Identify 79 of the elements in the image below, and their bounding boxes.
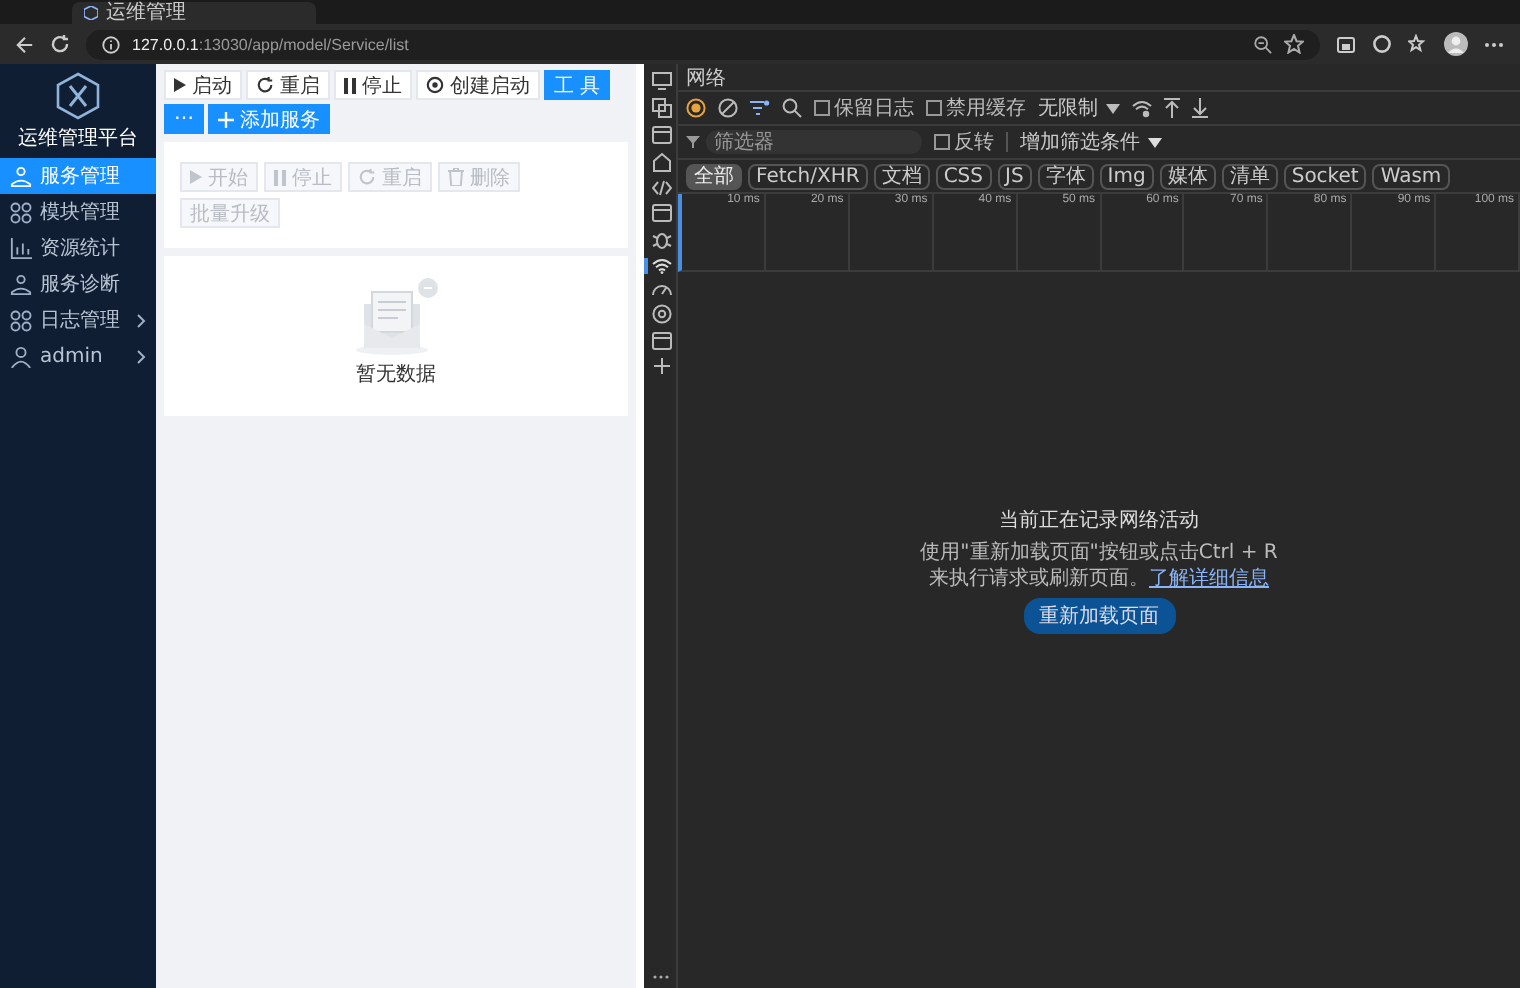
more-icon[interactable] bbox=[1484, 41, 1504, 47]
avatar-icon[interactable] bbox=[1444, 32, 1468, 56]
window-icon[interactable] bbox=[652, 204, 672, 222]
plus-icon bbox=[218, 111, 234, 127]
screen-icon[interactable] bbox=[652, 72, 672, 90]
throttle-dropdown[interactable]: 无限制 bbox=[1038, 94, 1120, 122]
logo-icon bbox=[84, 6, 98, 20]
learn-more-link[interactable]: 了解详细信息 bbox=[1149, 568, 1269, 590]
grid-icon bbox=[10, 309, 32, 331]
type-filter-button[interactable]: JS bbox=[997, 163, 1032, 189]
home-icon[interactable] bbox=[652, 152, 672, 172]
nav-item[interactable]: 模块管理 bbox=[0, 194, 156, 230]
reload-button[interactable]: 重新加载页面 bbox=[1023, 598, 1175, 634]
bug-icon[interactable] bbox=[652, 230, 672, 250]
grid-icon bbox=[10, 201, 32, 223]
back-icon[interactable] bbox=[16, 35, 34, 53]
app-title: 运维管理平台 bbox=[18, 125, 138, 152]
type-filter-button[interactable]: 字体 bbox=[1037, 163, 1094, 189]
toolbar-button[interactable]: 创建启动 bbox=[416, 70, 540, 100]
address-bar[interactable]: 127.0.0.1:13030/app/model/Service/list bbox=[86, 29, 1320, 59]
empty-title: 当前正在记录网络活动 bbox=[999, 507, 1199, 534]
refresh-icon[interactable] bbox=[50, 34, 70, 54]
wifi-icon[interactable] bbox=[652, 258, 672, 274]
checkbox[interactable]: 保留日志 bbox=[814, 94, 914, 122]
type-filter-button[interactable]: 媒体 bbox=[1159, 163, 1216, 189]
star-icon[interactable] bbox=[1284, 34, 1304, 54]
toolbar-button[interactable]: 启动 bbox=[164, 70, 242, 100]
play-icon bbox=[174, 78, 186, 92]
wifi-gear-icon[interactable] bbox=[1132, 99, 1152, 117]
upload-icon[interactable] bbox=[1164, 98, 1180, 118]
type-filter-button[interactable]: 全部 bbox=[686, 163, 742, 189]
toolbar-button[interactable]: 停止 bbox=[334, 70, 412, 100]
caret-icon bbox=[1148, 137, 1162, 147]
empty-text: 暂无数据 bbox=[356, 361, 436, 388]
funnel-icon bbox=[686, 136, 700, 148]
nav-item[interactable]: 日志管理 bbox=[0, 302, 156, 338]
window-icon[interactable] bbox=[652, 332, 672, 350]
nav-item[interactable]: 服务诊断 bbox=[0, 266, 156, 302]
checkbox[interactable]: 禁用缓存 bbox=[926, 94, 1026, 122]
nav-item[interactable]: 资源统计 bbox=[0, 230, 156, 266]
panel-tab[interactable]: 网络 bbox=[686, 63, 726, 91]
info-icon bbox=[102, 35, 120, 53]
bar-chart-icon bbox=[10, 237, 32, 259]
code-icon[interactable] bbox=[652, 180, 672, 196]
download-icon[interactable] bbox=[1192, 98, 1208, 118]
clear-icon[interactable] bbox=[718, 98, 738, 118]
play-icon bbox=[190, 170, 202, 184]
tools-logo-icon bbox=[56, 72, 100, 120]
refresh-icon bbox=[358, 168, 376, 186]
window-icon[interactable] bbox=[652, 126, 672, 144]
more-icon[interactable] bbox=[651, 974, 669, 980]
search-icon[interactable] bbox=[782, 98, 802, 118]
type-filter-button[interactable]: Wasm bbox=[1372, 163, 1450, 189]
empty-message: 使用"重新加载页面"按钮或点击Ctrl + R 来执行请求或刷新页面。了解详细信息 bbox=[919, 540, 1279, 592]
pause-icon bbox=[344, 77, 356, 93]
refresh-icon bbox=[256, 76, 274, 94]
type-filter-button[interactable]: CSS bbox=[935, 163, 991, 189]
type-filter-button[interactable]: Socket bbox=[1283, 163, 1367, 189]
zoom-out-icon[interactable] bbox=[1254, 35, 1272, 53]
toolbar-button[interactable]: 重启 bbox=[246, 70, 330, 100]
filter-dropdown[interactable]: 增加筛选条件 bbox=[1020, 128, 1162, 156]
bookmark-star-icon[interactable] bbox=[1408, 34, 1428, 54]
nav-item[interactable]: admin bbox=[0, 338, 156, 374]
plus-icon[interactable] bbox=[654, 358, 670, 374]
record-icon[interactable] bbox=[686, 98, 706, 118]
user-icon bbox=[10, 345, 32, 367]
pause-icon bbox=[274, 169, 286, 185]
trash-icon bbox=[448, 168, 464, 186]
type-filter-button[interactable]: Img bbox=[1099, 163, 1154, 189]
caret-icon bbox=[1106, 103, 1120, 113]
filter-icon[interactable] bbox=[750, 99, 770, 117]
type-filter-button[interactable]: 清单 bbox=[1221, 163, 1278, 189]
gauge-icon[interactable] bbox=[652, 282, 672, 296]
type-filter-button[interactable]: 文档 bbox=[873, 163, 930, 189]
browser-tab[interactable]: 运维管理 bbox=[72, 2, 316, 24]
type-filter-button[interactable]: Fetch/XHR bbox=[748, 163, 868, 189]
checkbox[interactable]: 反转 bbox=[934, 128, 994, 156]
copy-icon[interactable] bbox=[652, 98, 672, 118]
filter-field[interactable]: 筛选器 bbox=[706, 130, 922, 154]
